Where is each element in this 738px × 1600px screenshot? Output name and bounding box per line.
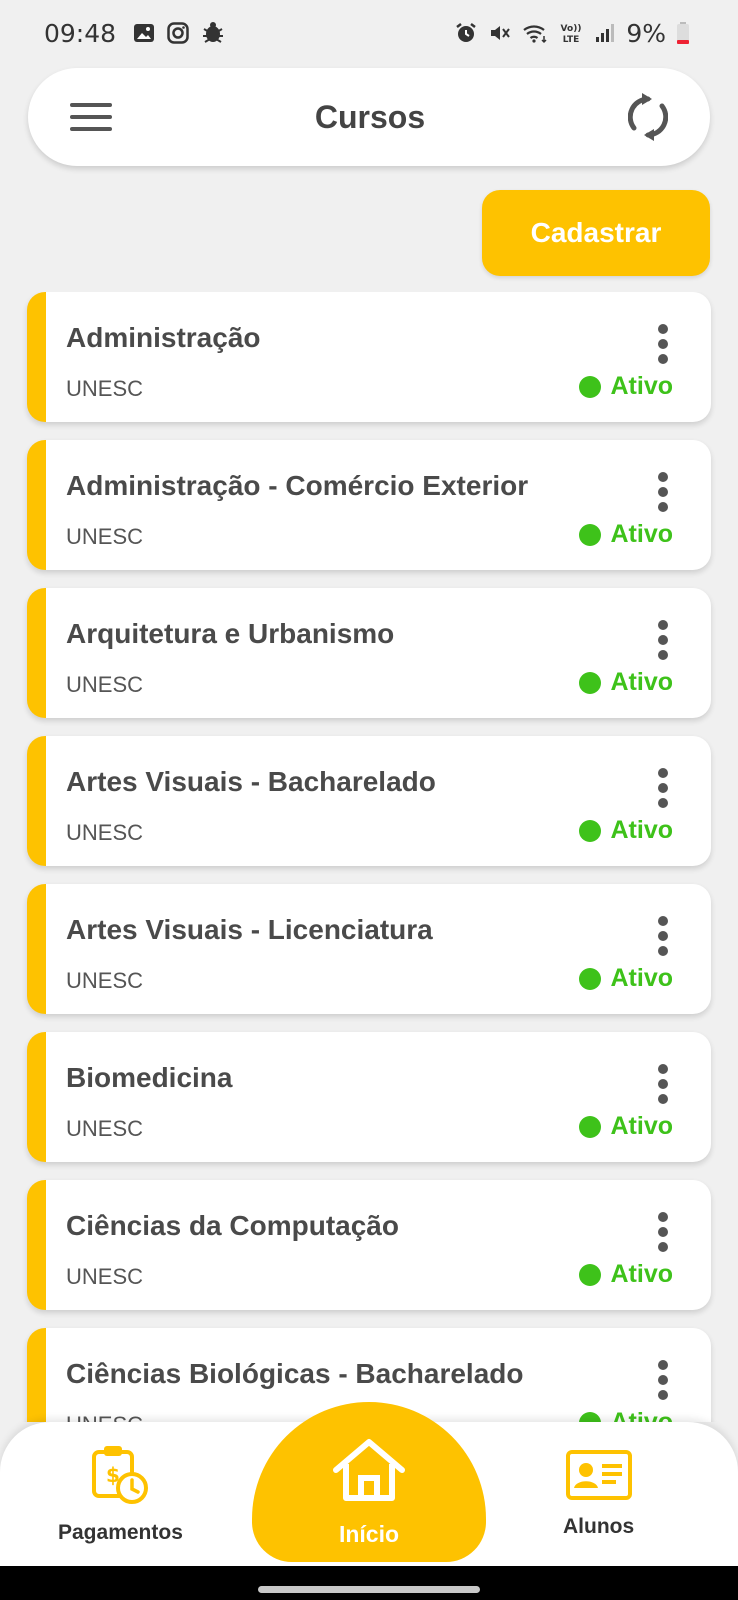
more-options-icon[interactable]: [653, 620, 673, 660]
app-header: Cursos: [28, 68, 710, 166]
status-label: Ativo: [610, 520, 674, 548]
more-options-icon[interactable]: [653, 1064, 673, 1104]
course-name: Administração: [66, 322, 261, 353]
more-options-icon[interactable]: [653, 1360, 673, 1400]
course-name: Artes Visuais - Licenciatura: [66, 914, 433, 945]
bug-icon: [200, 21, 226, 45]
status-label: Ativo: [610, 816, 674, 844]
system-nav-bar: [0, 1566, 738, 1600]
course-card[interactable]: Artes Visuais - Licenciatura UNESC Ativo: [27, 884, 711, 1014]
more-options-icon[interactable]: [653, 324, 673, 364]
nav-payments[interactable]: $ Pagamentos: [58, 1444, 183, 1545]
course-institution: UNESC: [66, 820, 144, 845]
course-name: Arquitetura e Urbanismo: [66, 618, 395, 649]
course-institution: UNESC: [66, 672, 144, 697]
status-dot-icon: [578, 523, 601, 546]
status-label: Ativo: [610, 1260, 674, 1288]
page-title: Cursos: [314, 98, 426, 135]
status-badge: Ativo: [578, 372, 674, 401]
status-bar: 09:48 Vo)) LTE 9%: [0, 0, 738, 66]
course-card[interactable]: Administração UNESC Ativo: [27, 292, 711, 422]
payment-calendar-icon: $: [90, 1444, 150, 1511]
register-button[interactable]: Cadastrar: [482, 190, 710, 276]
refresh-icon[interactable]: [628, 93, 668, 141]
status-badge: Ativo: [578, 1260, 674, 1289]
course-card[interactable]: Biomedicina UNESC Ativo: [27, 1032, 711, 1162]
status-label: Ativo: [610, 1112, 674, 1140]
course-institution: UNESC: [66, 968, 144, 993]
course-institution: UNESC: [66, 1116, 144, 1141]
gallery-icon: [132, 21, 156, 45]
status-dot-icon: [578, 375, 601, 398]
course-name: Artes Visuais - Bacharelado: [66, 766, 436, 797]
instagram-icon: [166, 21, 190, 45]
status-badge: Ativo: [578, 964, 674, 993]
home-icon: [332, 1438, 406, 1507]
lte-icon: Vo)) LTE: [558, 21, 584, 45]
alarm-icon: [454, 21, 478, 45]
more-options-icon[interactable]: [653, 472, 673, 512]
nav-payments-label: Pagamentos: [58, 1521, 183, 1544]
svg-text:LTE: LTE: [563, 35, 580, 45]
nav-students[interactable]: Alunos: [563, 1450, 634, 1539]
status-dot-icon: [578, 671, 601, 694]
course-name: Biomedicina: [66, 1062, 233, 1093]
status-label: Ativo: [610, 668, 674, 696]
status-label: Ativo: [610, 1408, 674, 1422]
nav-home-label: Início: [338, 1521, 400, 1547]
status-dot-icon: [578, 1411, 601, 1422]
home-gesture-bar[interactable]: [258, 1586, 480, 1593]
status-time: 09:48: [44, 18, 117, 48]
svg-text:Vo)): Vo)): [561, 24, 582, 34]
course-name: Ciências da Computação: [66, 1210, 399, 1241]
signal-icon: [594, 21, 616, 45]
course-institution: UNESC: [66, 524, 144, 549]
mute-icon: [488, 21, 512, 45]
status-badge: Ativo: [578, 816, 674, 845]
more-options-icon[interactable]: [653, 768, 673, 808]
battery-icon: [676, 21, 690, 45]
status-badge: Ativo: [578, 1408, 674, 1422]
course-institution: UNESC: [66, 1412, 143, 1422]
more-options-icon[interactable]: [653, 916, 673, 956]
wifi-icon: [522, 21, 548, 45]
status-label: Ativo: [610, 964, 674, 992]
more-options-icon[interactable]: [653, 1212, 673, 1252]
course-institution: UNESC: [66, 376, 144, 401]
status-dot-icon: [578, 967, 601, 990]
course-card[interactable]: Administração - Comércio Exterior UNESC At…: [27, 440, 711, 570]
status-badge: Ativo: [578, 668, 674, 697]
nav-students-label: Alunos: [563, 1515, 635, 1538]
course-institution: UNESC: [66, 1264, 144, 1289]
course-card[interactable]: Ciências da Computação UNESC Ativo: [27, 1180, 711, 1310]
course-name: Ciências Biológicas - Bacharelado: [66, 1358, 524, 1389]
id-card-icon: [565, 1450, 632, 1505]
course-list[interactable]: Administração UNESC Ativo Administração - C…: [0, 292, 738, 1422]
course-card[interactable]: Artes Visuais - Bacharelado UNESC Ativo: [27, 736, 711, 866]
status-badge: Ativo: [578, 520, 674, 549]
status-dot-icon: [578, 1115, 601, 1138]
status-label: Ativo: [610, 372, 674, 400]
hamburger-menu-icon[interactable]: [70, 102, 112, 132]
status-badge: Ativo: [578, 1112, 674, 1141]
status-dot-icon: [578, 1263, 601, 1286]
course-card[interactable]: Arquitetura e Urbanismo UNESC Ativo: [27, 588, 711, 718]
course-name: Administração - Comércio Exterior: [66, 470, 529, 501]
status-dot-icon: [578, 819, 601, 842]
battery-percent: 9%: [626, 18, 666, 48]
